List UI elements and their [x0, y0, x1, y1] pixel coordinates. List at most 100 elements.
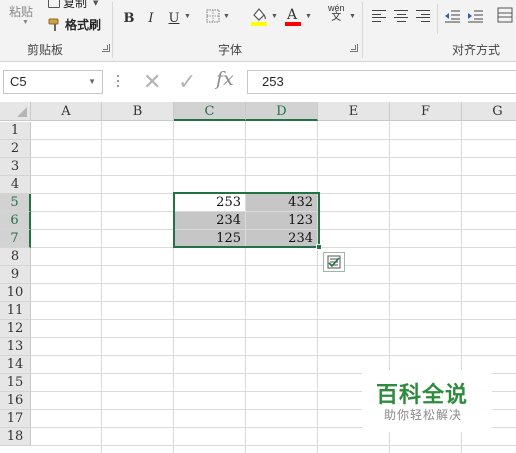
row-header-1[interactable]: 1 — [0, 122, 31, 140]
row-gridline — [31, 247, 516, 248]
cell-d7[interactable]: 234 — [246, 230, 317, 247]
decrease-indent-icon[interactable] — [444, 9, 460, 23]
chevron-down-icon[interactable]: ▼ — [305, 13, 312, 20]
more-icon[interactable] — [117, 75, 121, 87]
watermark-title: 百科全说 — [376, 383, 469, 408]
row-gridline — [31, 139, 516, 140]
chevron-down-icon[interactable]: ▼ — [93, 0, 98, 7]
row-header-18[interactable]: 18 — [0, 428, 31, 446]
row-header-17[interactable]: 17 — [0, 410, 31, 428]
group-divider — [362, 2, 363, 58]
chevron-down-icon[interactable]: ▼ — [88, 77, 96, 86]
row-gridline — [31, 283, 516, 284]
row-header-16[interactable]: 16 — [0, 392, 31, 410]
underline-button[interactable]: U — [168, 9, 180, 27]
svg-text:A: A — [286, 7, 298, 23]
clipboard-dialog-launcher-icon[interactable] — [102, 44, 110, 52]
row-header-14[interactable]: 14 — [0, 356, 31, 374]
chevron-down-icon[interactable]: ▼ — [22, 19, 29, 26]
column-header-d[interactable]: D — [246, 102, 318, 121]
cell-d5[interactable]: 432 — [246, 194, 317, 211]
formula-input[interactable]: 253 — [247, 70, 516, 94]
cell-d6[interactable]: 123 — [246, 212, 317, 229]
cell-c7[interactable]: 125 — [174, 230, 245, 247]
select-all-triangle-icon — [17, 107, 27, 117]
font-color-button[interactable]: A ▼ — [284, 6, 312, 26]
cell-c5[interactable]: 253 — [174, 194, 245, 211]
row-header-2[interactable]: 2 — [0, 140, 31, 158]
row-header-13[interactable]: 13 — [0, 338, 31, 356]
fill-handle[interactable] — [316, 244, 322, 250]
formula-bar: C5 ▼ ✕ ✓ fx 253 — [0, 62, 516, 102]
chevron-down-icon[interactable]: ▼ — [271, 13, 278, 20]
italic-button[interactable]: I — [145, 9, 157, 27]
row-gridline — [31, 157, 516, 158]
ribbon: 粘贴 ▼ 复制 ▼ 格式刷 剪贴板 B I U ▼ ▼ ▼ A ▼ wén 文 … — [0, 0, 516, 62]
column-gridline — [101, 121, 102, 453]
chevron-down-icon[interactable]: ▼ — [349, 13, 356, 20]
fill-color-button[interactable]: ▼ — [250, 6, 278, 26]
phonetic-bottom-label: 文 — [331, 12, 342, 23]
row-header-3[interactable]: 3 — [0, 158, 31, 176]
copy-label: 复制 — [63, 0, 88, 10]
column-header-g[interactable]: G — [462, 102, 516, 121]
enter-icon[interactable]: ✓ — [178, 69, 196, 95]
bold-button[interactable]: B — [122, 9, 136, 27]
alignment-group-label: 对齐方式 — [452, 43, 501, 57]
column-gridline — [317, 121, 318, 453]
row-gridline — [31, 265, 516, 266]
cancel-icon[interactable]: ✕ — [143, 69, 161, 95]
row-gridline — [31, 445, 516, 446]
row-gridline — [31, 301, 516, 302]
cell-c6[interactable]: 234 — [174, 212, 245, 229]
column-header-b[interactable]: B — [102, 102, 174, 121]
column-gridline — [173, 121, 174, 453]
watermark: 百科全说 助你轻松解决 — [362, 370, 492, 432]
row-header-11[interactable]: 11 — [0, 302, 31, 320]
column-header-a[interactable]: A — [31, 102, 102, 121]
row-header-7[interactable]: 7 — [0, 230, 31, 248]
format-painter-icon — [48, 18, 59, 31]
row-gridline — [31, 337, 516, 338]
column-header-f[interactable]: F — [390, 102, 462, 121]
row-header-5[interactable]: 5 — [0, 194, 31, 212]
increase-indent-icon[interactable] — [467, 9, 483, 23]
font-group-label: 字体 — [218, 43, 243, 57]
copy-button[interactable]: 复制 ▼ — [48, 0, 98, 11]
group-divider — [112, 2, 113, 58]
phonetic-guide-button[interactable]: wén 文 — [328, 4, 345, 23]
name-box-value: C5 — [10, 74, 27, 89]
paint-bucket-icon — [251, 8, 267, 26]
align-left-icon[interactable] — [372, 10, 386, 22]
select-all-button[interactable] — [0, 102, 31, 121]
watermark-subtitle: 助你轻松解决 — [384, 408, 463, 422]
formula-value: 253 — [262, 74, 284, 89]
column-header-e[interactable]: E — [318, 102, 390, 121]
align-center-icon[interactable] — [394, 10, 408, 22]
chevron-down-icon[interactable]: ▼ — [223, 13, 230, 20]
format-painter-button[interactable]: 格式刷 — [48, 16, 101, 33]
font-dialog-launcher-icon[interactable] — [350, 44, 358, 52]
column-header-c[interactable]: C — [174, 102, 246, 121]
border-icon — [206, 9, 220, 23]
insert-function-icon[interactable]: fx — [216, 68, 234, 90]
row-header-6[interactable]: 6 — [0, 212, 31, 230]
align-right-icon[interactable] — [416, 10, 430, 22]
paste-label: 粘贴 — [9, 5, 34, 19]
name-box[interactable]: C5 ▼ — [3, 70, 103, 94]
row-header-4[interactable]: 4 — [0, 176, 31, 194]
quick-analysis-button[interactable] — [323, 252, 345, 272]
column-gridline — [245, 121, 246, 453]
merge-cells-icon[interactable] — [497, 7, 513, 23]
format-painter-label: 格式刷 — [65, 18, 102, 32]
row-gridline — [31, 319, 516, 320]
row-header-12[interactable]: 12 — [0, 320, 31, 338]
borders-button[interactable]: ▼ — [206, 9, 230, 23]
row-header-9[interactable]: 9 — [0, 266, 31, 284]
font-color-icon: A — [285, 7, 301, 26]
chevron-down-icon[interactable]: ▼ — [184, 13, 191, 20]
row-header-10[interactable]: 10 — [0, 284, 31, 302]
row-header-8[interactable]: 8 — [0, 248, 31, 266]
row-header-15[interactable]: 15 — [0, 374, 31, 392]
row-gridline — [31, 355, 516, 356]
